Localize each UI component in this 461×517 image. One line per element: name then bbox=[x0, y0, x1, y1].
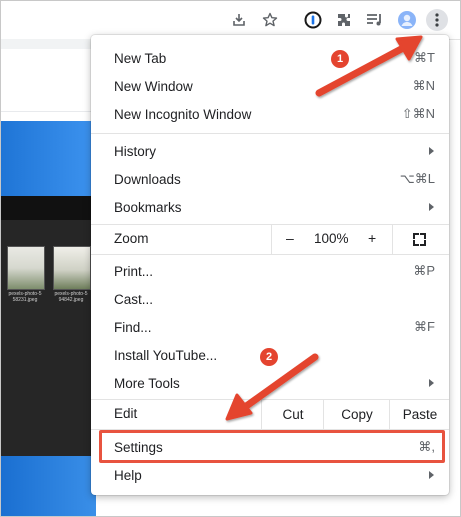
submenu-arrow-icon bbox=[429, 147, 434, 155]
menu-item-label: New Tab bbox=[114, 50, 167, 66]
menu-item-label: History bbox=[114, 143, 157, 159]
file-browser-toolbar bbox=[1, 196, 96, 220]
zoom-controls: – 100% + bbox=[271, 224, 393, 254]
menu-item-new-window[interactable]: New Window ⌘N bbox=[91, 72, 449, 100]
menu-item-label: Find... bbox=[114, 319, 152, 335]
thumbnail-caption: pexels-photo-5 58231.jpeg bbox=[8, 291, 42, 303]
menu-item-print[interactable]: Print... ⌘P bbox=[91, 257, 449, 285]
menu-item-shortcut: ⌥⌘L bbox=[399, 171, 435, 186]
menu-item-label: More Tools bbox=[114, 375, 180, 391]
zoom-row: Zoom – 100% + bbox=[91, 224, 449, 254]
download-icon[interactable] bbox=[229, 10, 249, 30]
screenshot-frame: pexels-photo-5 58231.jpeg pexels-photo-5… bbox=[0, 0, 461, 517]
desktop-wallpaper bbox=[1, 121, 96, 201]
cut-button[interactable]: Cut bbox=[261, 399, 324, 429]
zoom-out-button[interactable]: – bbox=[286, 230, 294, 246]
menu-item-label: Cast... bbox=[114, 291, 154, 307]
address-bar-strip bbox=[1, 39, 101, 49]
edit-label: Edit bbox=[114, 406, 138, 421]
step-1-badge: 1 bbox=[331, 50, 349, 68]
paste-button[interactable]: Paste bbox=[389, 399, 450, 429]
menu-item-downloads[interactable]: Downloads ⌥⌘L bbox=[91, 165, 449, 193]
desktop-wallpaper bbox=[1, 456, 96, 516]
photo-thumbnail bbox=[7, 246, 45, 290]
menu-separator bbox=[91, 254, 449, 255]
menu-item-label: New Window bbox=[114, 78, 193, 94]
page-divider bbox=[1, 111, 96, 112]
edit-row: Edit Cut Copy Paste bbox=[91, 399, 449, 429]
thumbnail-caption: pexels-photo-5 94842.jpeg bbox=[54, 291, 88, 303]
zoom-label: Zoom bbox=[114, 231, 149, 246]
reading-list-icon[interactable] bbox=[365, 10, 385, 30]
menu-item-shortcut: ⇧⌘N bbox=[401, 106, 435, 121]
menu-item-cast[interactable]: Cast... bbox=[91, 285, 449, 313]
copy-button[interactable]: Copy bbox=[323, 399, 390, 429]
submenu-arrow-icon bbox=[429, 471, 434, 479]
menu-item-label: Bookmarks bbox=[114, 199, 182, 215]
zoom-in-button[interactable]: + bbox=[368, 230, 376, 246]
menu-item-new-incognito-window[interactable]: New Incognito Window ⇧⌘N bbox=[91, 100, 449, 128]
menu-item-shortcut: ⌘P bbox=[413, 263, 435, 278]
menu-item-help[interactable]: Help bbox=[91, 461, 449, 489]
menu-item-label: Print... bbox=[114, 263, 154, 279]
submenu-arrow-icon bbox=[429, 379, 434, 387]
extensions-icon[interactable] bbox=[334, 10, 354, 30]
menu-item-more-tools[interactable]: More Tools bbox=[91, 369, 449, 397]
menu-item-history[interactable]: History bbox=[91, 137, 449, 165]
step-2-badge: 2 bbox=[260, 348, 278, 366]
settings-highlight-box bbox=[99, 430, 445, 463]
menu-item-shortcut: ⌘N bbox=[412, 78, 435, 93]
star-icon[interactable] bbox=[260, 10, 280, 30]
menu-item-label: Help bbox=[114, 467, 142, 483]
menu-icon[interactable] bbox=[426, 9, 448, 31]
menu-item-bookmarks[interactable]: Bookmarks bbox=[91, 193, 449, 221]
menu-item-find[interactable]: Find... ⌘F bbox=[91, 313, 449, 341]
menu-item-shortcut: ⌘F bbox=[414, 319, 435, 334]
menu-item-shortcut: ⌘T bbox=[414, 50, 435, 65]
fullscreen-icon[interactable] bbox=[413, 233, 426, 246]
chrome-main-menu: New Tab ⌘T New Window ⌘N New Incognito W… bbox=[91, 35, 449, 495]
photo-thumbnail bbox=[53, 246, 91, 290]
password-manager-icon[interactable] bbox=[303, 10, 323, 30]
menu-item-label: Downloads bbox=[114, 171, 181, 187]
menu-separator bbox=[91, 133, 449, 134]
file-browser-window bbox=[1, 196, 96, 456]
zoom-level: 100% bbox=[314, 231, 349, 246]
menu-item-label: Install YouTube... bbox=[114, 347, 218, 363]
menu-item-label: New Incognito Window bbox=[114, 106, 252, 122]
submenu-arrow-icon bbox=[429, 203, 434, 211]
menu-item-new-tab[interactable]: New Tab ⌘T bbox=[91, 44, 449, 72]
profile-icon[interactable] bbox=[397, 10, 417, 30]
